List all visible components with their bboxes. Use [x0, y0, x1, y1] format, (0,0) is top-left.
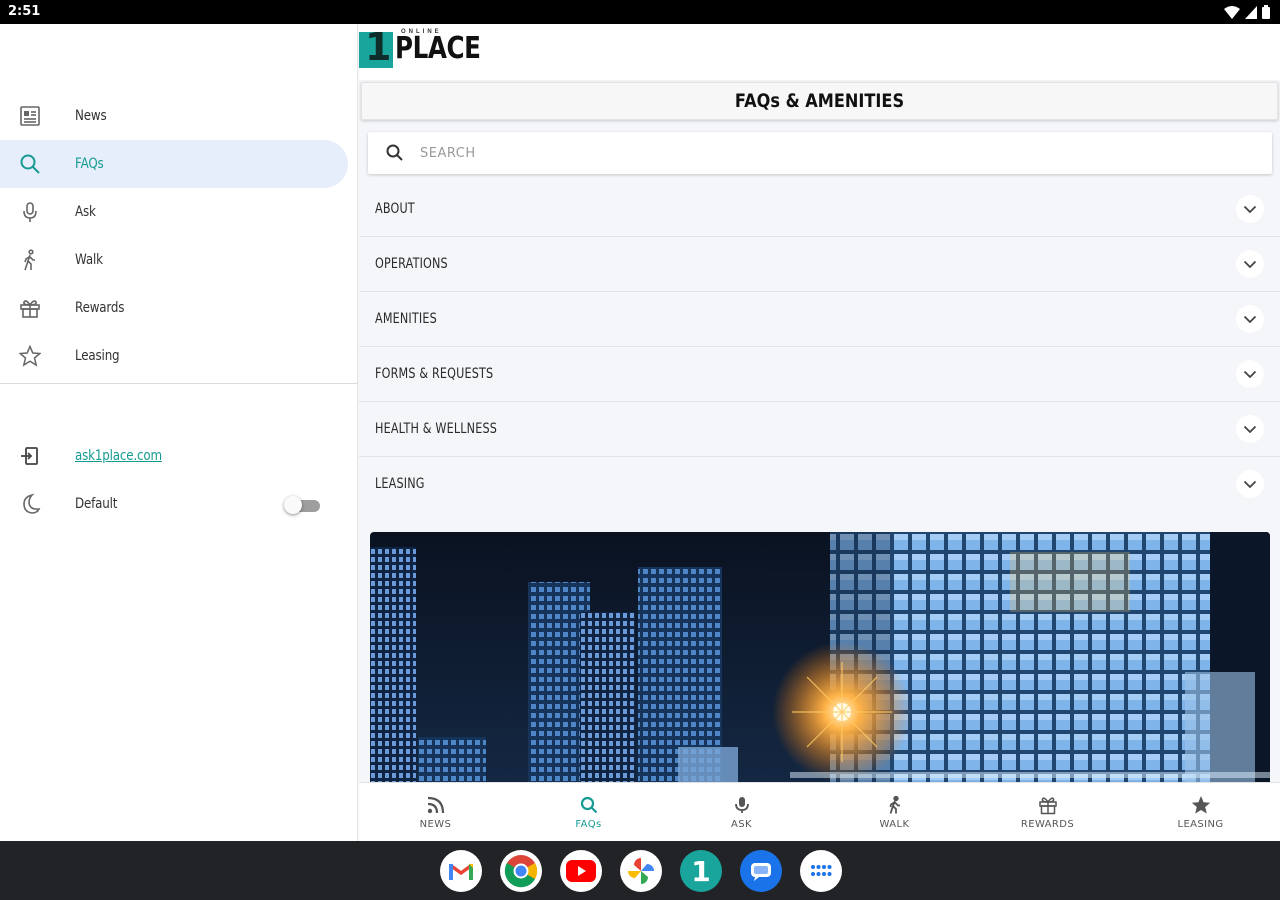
theme-toggle[interactable]: [284, 496, 320, 514]
star-icon: [1191, 795, 1211, 815]
status-icons: [1224, 5, 1270, 19]
theme-label: Default: [75, 496, 118, 512]
messages-icon[interactable]: [740, 850, 782, 892]
drawer-item-rewards[interactable]: Rewards: [0, 284, 348, 332]
walk-icon: [885, 795, 905, 815]
chrome-icon[interactable]: [500, 850, 542, 892]
chevron-down-icon[interactable]: [1236, 250, 1264, 278]
bottom-nav-label: REWARDS: [1020, 819, 1075, 830]
microphone-icon: [18, 200, 42, 224]
faq-section-about[interactable]: ABOUT: [359, 182, 1280, 237]
exit-icon: [18, 444, 42, 468]
gift-icon: [18, 296, 42, 320]
chevron-down-icon[interactable]: [1236, 195, 1264, 223]
drawer-item-label: News: [75, 108, 107, 124]
gift-icon: [1038, 795, 1058, 815]
one-place-app-icon[interactable]: 1: [680, 850, 722, 892]
toggle-thumb: [284, 496, 302, 514]
faq-section-operations[interactable]: OPERATIONS: [359, 237, 1280, 292]
bottom-nav-label: NEWS: [419, 819, 452, 830]
chevron-down-icon[interactable]: [1236, 305, 1264, 333]
bottom-nav-label: FAQs: [575, 819, 602, 830]
logo-one: 1: [365, 25, 392, 69]
moon-icon: [18, 492, 42, 516]
search-icon: [18, 152, 42, 176]
faq-section-label: OPERATIONS: [375, 256, 448, 272]
bottom-nav-label: ASK: [731, 819, 752, 830]
faq-section-label: ABOUT: [375, 201, 415, 217]
app-header: 1 ONLINE PLACE: [359, 24, 1280, 80]
drawer-item-faqs[interactable]: FAQs: [0, 140, 348, 188]
drawer-item-label: Ask: [75, 204, 96, 220]
bottom-nav-ask[interactable]: ASK: [665, 783, 818, 842]
search-box[interactable]: [368, 132, 1272, 174]
chevron-down-icon[interactable]: [1236, 470, 1264, 498]
photos-icon[interactable]: [620, 850, 662, 892]
faq-section-label: HEALTH & WELLNESS: [375, 421, 497, 437]
page-title-bar: FAQs & AMENITIES: [361, 82, 1278, 120]
faq-section-leasing[interactable]: LEASING: [359, 457, 1280, 512]
drawer-item-news[interactable]: News: [0, 92, 348, 140]
faq-section-list: ABOUT OPERATIONS AMENITIES FORMS & REQUE…: [359, 182, 1280, 512]
main-content: 1 ONLINE PLACE FAQs & AMENITIES ABOUT OP…: [359, 24, 1280, 782]
faq-section-health-wellness[interactable]: HEALTH & WELLNESS: [359, 402, 1280, 457]
faq-section-label: AMENITIES: [375, 311, 437, 327]
search-input[interactable]: [420, 140, 1240, 166]
battery-icon: [1262, 5, 1270, 19]
drawer-link-website[interactable]: ask1place.com: [0, 432, 348, 480]
bottom-nav-label: LEASING: [1177, 819, 1224, 830]
drawer-item-label: Rewards: [75, 300, 125, 316]
bottom-nav-label: WALK: [879, 819, 910, 830]
star-icon: [18, 344, 42, 368]
walk-icon: [18, 248, 42, 272]
status-bar: 2:51: [0, 0, 1280, 24]
app-logo: 1 ONLINE PLACE: [359, 28, 481, 70]
bottom-nav-walk[interactable]: WALK: [818, 783, 971, 842]
search-icon: [385, 143, 405, 168]
bottom-nav-rewards[interactable]: REWARDS: [971, 783, 1124, 842]
navigation-drawer: News FAQs Ask Walk Rewards Leasing ask1p…: [0, 24, 358, 841]
website-link[interactable]: ask1place.com: [75, 448, 162, 464]
logo-text: PLACE: [395, 31, 481, 66]
faq-section-forms-requests[interactable]: FORMS & REQUESTS: [359, 347, 1280, 402]
microphone-icon: [732, 795, 752, 815]
drawer-item-label: Walk: [75, 252, 103, 268]
gmail-icon[interactable]: [440, 850, 482, 892]
signal-icon: [1245, 5, 1257, 19]
drawer-item-walk[interactable]: Walk: [0, 236, 348, 284]
drawer-item-leasing[interactable]: Leasing: [0, 332, 348, 380]
search-icon: [579, 795, 599, 815]
chevron-down-icon[interactable]: [1236, 360, 1264, 388]
youtube-icon[interactable]: [560, 850, 602, 892]
one-place-app-glyph: 1: [691, 854, 711, 888]
hero-image-city-night: [370, 532, 1270, 782]
bottom-nav-leasing[interactable]: LEASING: [1124, 783, 1277, 842]
rss-icon: [426, 795, 446, 815]
system-taskbar: 1: [0, 841, 1280, 900]
logo-mark: 1: [359, 28, 393, 68]
app-drawer-icon[interactable]: [800, 850, 842, 892]
bottom-nav-news[interactable]: NEWS: [359, 783, 512, 842]
page-title: FAQs & AMENITIES: [734, 90, 905, 112]
news-icon: [18, 104, 42, 128]
drawer-divider: [0, 383, 358, 384]
drawer-item-label: Leasing: [75, 348, 120, 364]
faq-section-label: LEASING: [375, 476, 425, 492]
faq-section-label: FORMS & REQUESTS: [375, 366, 494, 382]
wifi-icon: [1224, 5, 1240, 19]
bottom-nav-faqs[interactable]: FAQs: [512, 783, 665, 842]
faq-section-amenities[interactable]: AMENITIES: [359, 292, 1280, 347]
bottom-navigation: NEWS FAQs ASK WALK REWARDS LEASING: [359, 782, 1280, 841]
status-time: 2:51: [8, 4, 41, 19]
drawer-item-label: FAQs: [75, 156, 104, 172]
drawer-item-ask[interactable]: Ask: [0, 188, 348, 236]
chevron-down-icon[interactable]: [1236, 415, 1264, 443]
